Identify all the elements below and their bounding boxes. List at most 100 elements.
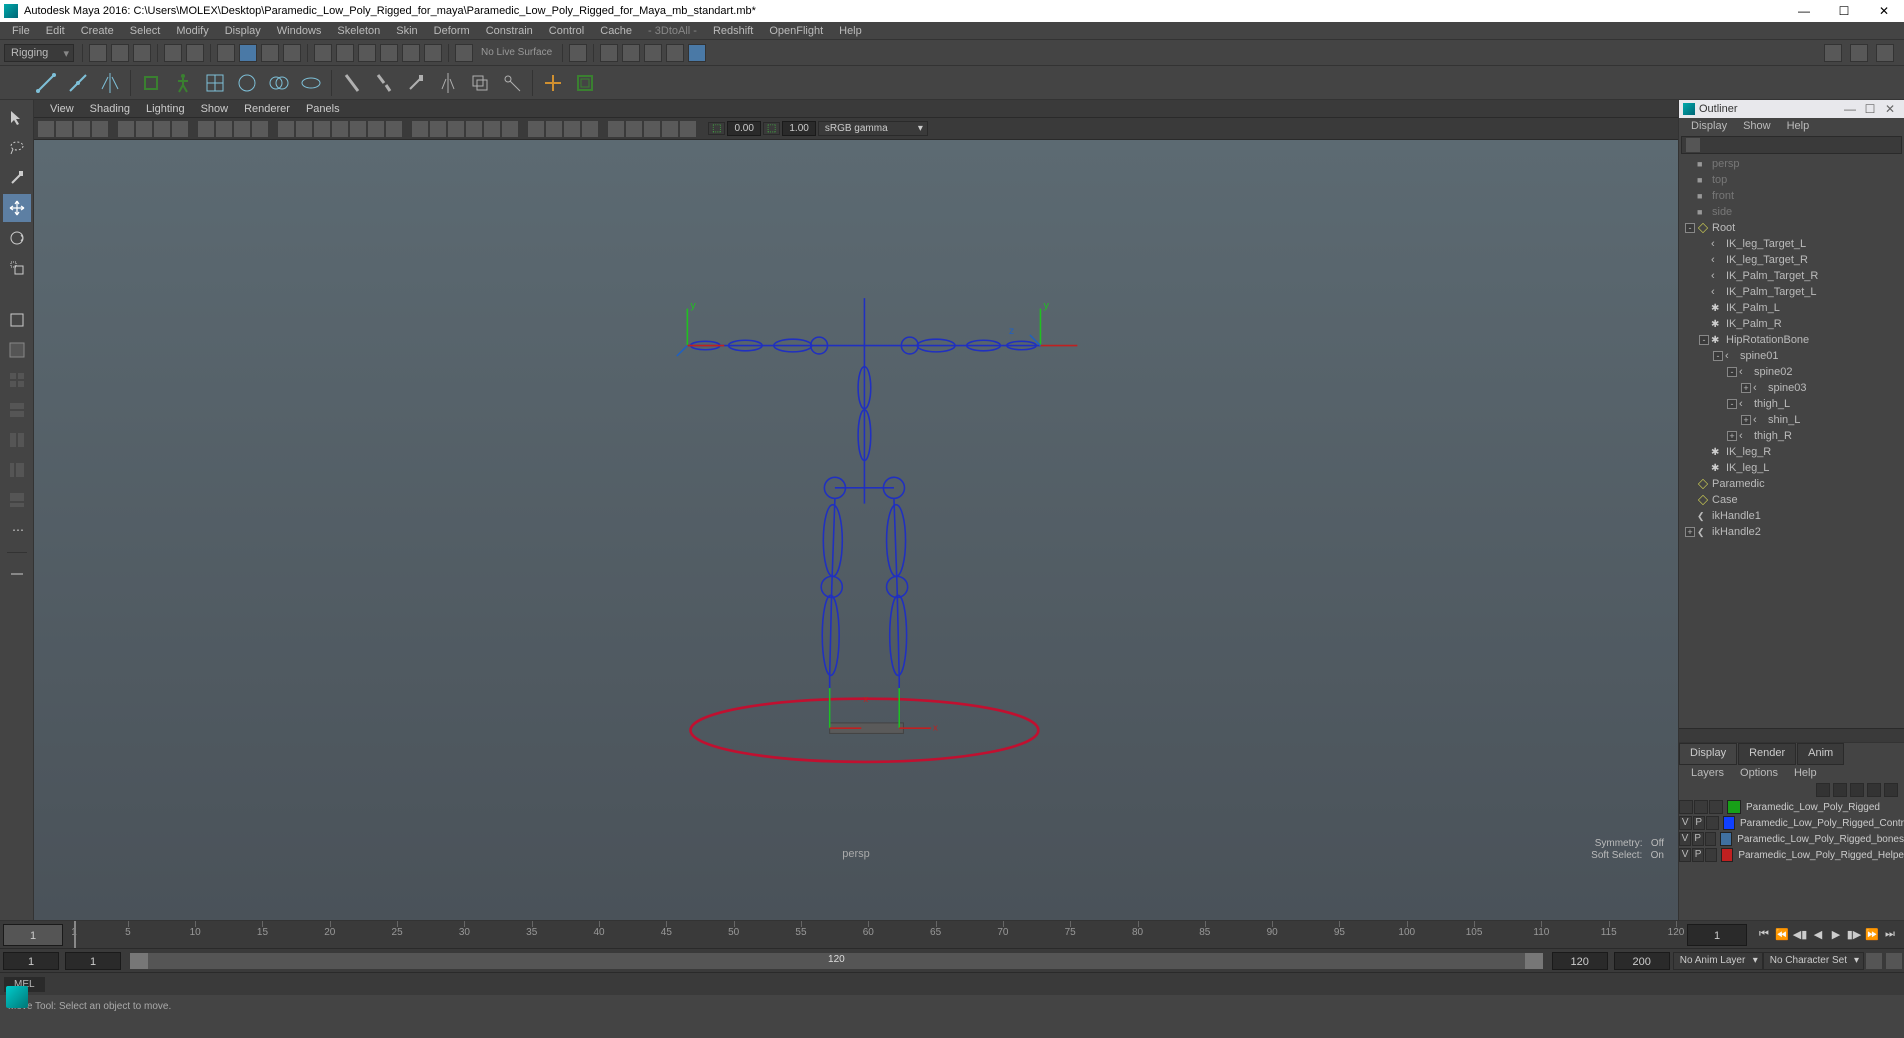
menu-skin[interactable]: Skin	[388, 25, 425, 37]
live-surface-icon[interactable]	[455, 44, 473, 62]
menu-openflight[interactable]: OpenFlight	[761, 25, 831, 37]
time-ruler[interactable]: 1510152025303540455055606570758085909510…	[74, 921, 1676, 948]
vp-icon[interactable]	[136, 121, 152, 137]
play-forward-button[interactable]: ▶	[1828, 927, 1844, 943]
anim-prefs-button[interactable]	[1886, 953, 1902, 969]
vp-icon[interactable]	[626, 121, 642, 137]
step-forward-button[interactable]: ▮▶	[1846, 927, 1862, 943]
expand-toggle[interactable]: +	[1685, 527, 1695, 537]
char-set-dropdown[interactable]: No Character Set	[1763, 952, 1864, 970]
layout-more[interactable]: ⋯	[3, 516, 31, 544]
menu-cache[interactable]: Cache	[592, 25, 640, 37]
workspace-mode-dropdown[interactable]: Rigging	[4, 44, 74, 62]
save-scene-icon[interactable]	[133, 44, 151, 62]
select-tool[interactable]	[3, 104, 31, 132]
panel-layout-icon-3[interactable]	[1876, 44, 1894, 62]
tree-item[interactable]: +spine03	[1679, 380, 1904, 396]
play-back-button[interactable]: ◀	[1810, 927, 1826, 943]
tree-item[interactable]: +shin_L	[1679, 412, 1904, 428]
vp-icon[interactable]	[448, 121, 464, 137]
window-maximize-button[interactable]: ☐	[1824, 0, 1864, 22]
layer-type-cell[interactable]	[1705, 848, 1717, 862]
vp-icon[interactable]	[412, 121, 428, 137]
move-tool[interactable]	[3, 194, 31, 222]
outliner-h-scrollbar[interactable]	[1679, 728, 1904, 742]
expand-toggle[interactable]: +	[1727, 431, 1737, 441]
menu-control[interactable]: Control	[541, 25, 592, 37]
vp-icon[interactable]	[368, 121, 384, 137]
tree-item[interactable]: IK_leg_Target_R	[1679, 252, 1904, 268]
vp-menu-panels[interactable]: Panels	[298, 103, 348, 115]
vp-icon[interactable]	[430, 121, 446, 137]
expand-toggle[interactable]: -	[1727, 399, 1737, 409]
layer-row[interactable]: VPParamedic_Low_Poly_Rigged_Helpe	[1679, 847, 1904, 863]
new-scene-icon[interactable]	[89, 44, 107, 62]
tree-item[interactable]: Paramedic	[1679, 476, 1904, 492]
shelf-icon-human-ik[interactable]	[169, 69, 197, 97]
expand-toggle[interactable]: -	[1713, 351, 1723, 361]
hypershade-icon[interactable]	[666, 44, 684, 62]
range-start-field[interactable]: 1	[3, 952, 59, 970]
layer-playback-cell[interactable]: P	[1692, 832, 1704, 846]
snap-toggle-icon[interactable]	[424, 44, 442, 62]
layer-tab-render[interactable]: Render	[1738, 743, 1796, 765]
outliner-menu-help[interactable]: Help	[1779, 120, 1818, 132]
shelf-icon-wrap[interactable]	[297, 69, 325, 97]
snap-plane-icon[interactable]	[380, 44, 398, 62]
vp-icon[interactable]	[296, 121, 312, 137]
layer-visibility-cell[interactable]	[1679, 800, 1693, 814]
select-component-icon[interactable]	[261, 44, 279, 62]
tree-item[interactable]: ikHandle1	[1679, 508, 1904, 524]
outliner-menu-show[interactable]: Show	[1735, 120, 1779, 132]
layer-icon-1[interactable]	[1816, 783, 1830, 797]
range-inner-end-field[interactable]: 120	[1552, 952, 1608, 970]
shelf-icon-cluster[interactable]	[233, 69, 261, 97]
history-toggle-icon[interactable]	[569, 44, 587, 62]
tree-item[interactable]: side	[1679, 204, 1904, 220]
vp-icon[interactable]	[608, 121, 624, 137]
menu-edit[interactable]: Edit	[38, 25, 73, 37]
vp-menu-view[interactable]: View	[42, 103, 82, 115]
vp-icon[interactable]	[154, 121, 170, 137]
tree-item[interactable]: top	[1679, 172, 1904, 188]
outliner-minimize[interactable]: —	[1840, 102, 1860, 116]
tree-item[interactable]: IK_Palm_Target_R	[1679, 268, 1904, 284]
shelf-icon-mirror-weights[interactable]	[434, 69, 462, 97]
vp-icon[interactable]	[74, 121, 90, 137]
layer-visibility-cell[interactable]: V	[1679, 816, 1692, 830]
layer-icon-3[interactable]	[1850, 783, 1864, 797]
vp-icon[interactable]	[466, 121, 482, 137]
tree-item[interactable]: -spine01	[1679, 348, 1904, 364]
vp-icon[interactable]	[56, 121, 72, 137]
vp-menu-lighting[interactable]: Lighting	[138, 103, 193, 115]
menu-constrain[interactable]: Constrain	[478, 25, 541, 37]
layer-color-chip[interactable]	[1721, 848, 1733, 862]
outliner-close[interactable]: ✕	[1880, 102, 1900, 116]
vp-icon[interactable]	[484, 121, 500, 137]
command-input[interactable]	[49, 976, 1904, 992]
colorspace-dropdown[interactable]: sRGB gamma	[818, 121, 928, 136]
vp-icon[interactable]	[314, 121, 330, 137]
goto-start-button[interactable]: ⏮	[1756, 927, 1772, 943]
expand-toggle[interactable]: +	[1741, 415, 1751, 425]
layout-outliner[interactable]	[3, 456, 31, 484]
tree-item[interactable]: -HipRotationBone	[1679, 332, 1904, 348]
select-hierarchy-icon[interactable]	[217, 44, 235, 62]
tree-item[interactable]: -Root	[1679, 220, 1904, 236]
vp-icon[interactable]	[172, 121, 188, 137]
vp-icon[interactable]	[92, 121, 108, 137]
layer-playback-cell[interactable]	[1694, 800, 1708, 814]
select-mask-icon[interactable]	[283, 44, 301, 62]
last-tool[interactable]	[3, 306, 31, 334]
tree-item[interactable]: persp	[1679, 156, 1904, 172]
tree-item[interactable]: IK_leg_L	[1679, 460, 1904, 476]
menu-windows[interactable]: Windows	[269, 25, 330, 37]
undo-icon[interactable]	[164, 44, 182, 62]
tree-item[interactable]: IK_Palm_L	[1679, 300, 1904, 316]
tree-item[interactable]: IK_leg_R	[1679, 444, 1904, 460]
layer-color-chip[interactable]	[1727, 800, 1741, 814]
window-minimize-button[interactable]: —	[1784, 0, 1824, 22]
expand-toggle[interactable]: +	[1741, 383, 1751, 393]
paint-select-tool[interactable]	[3, 164, 31, 192]
layer-row[interactable]: VPParamedic_Low_Poly_Rigged_bones	[1679, 831, 1904, 847]
